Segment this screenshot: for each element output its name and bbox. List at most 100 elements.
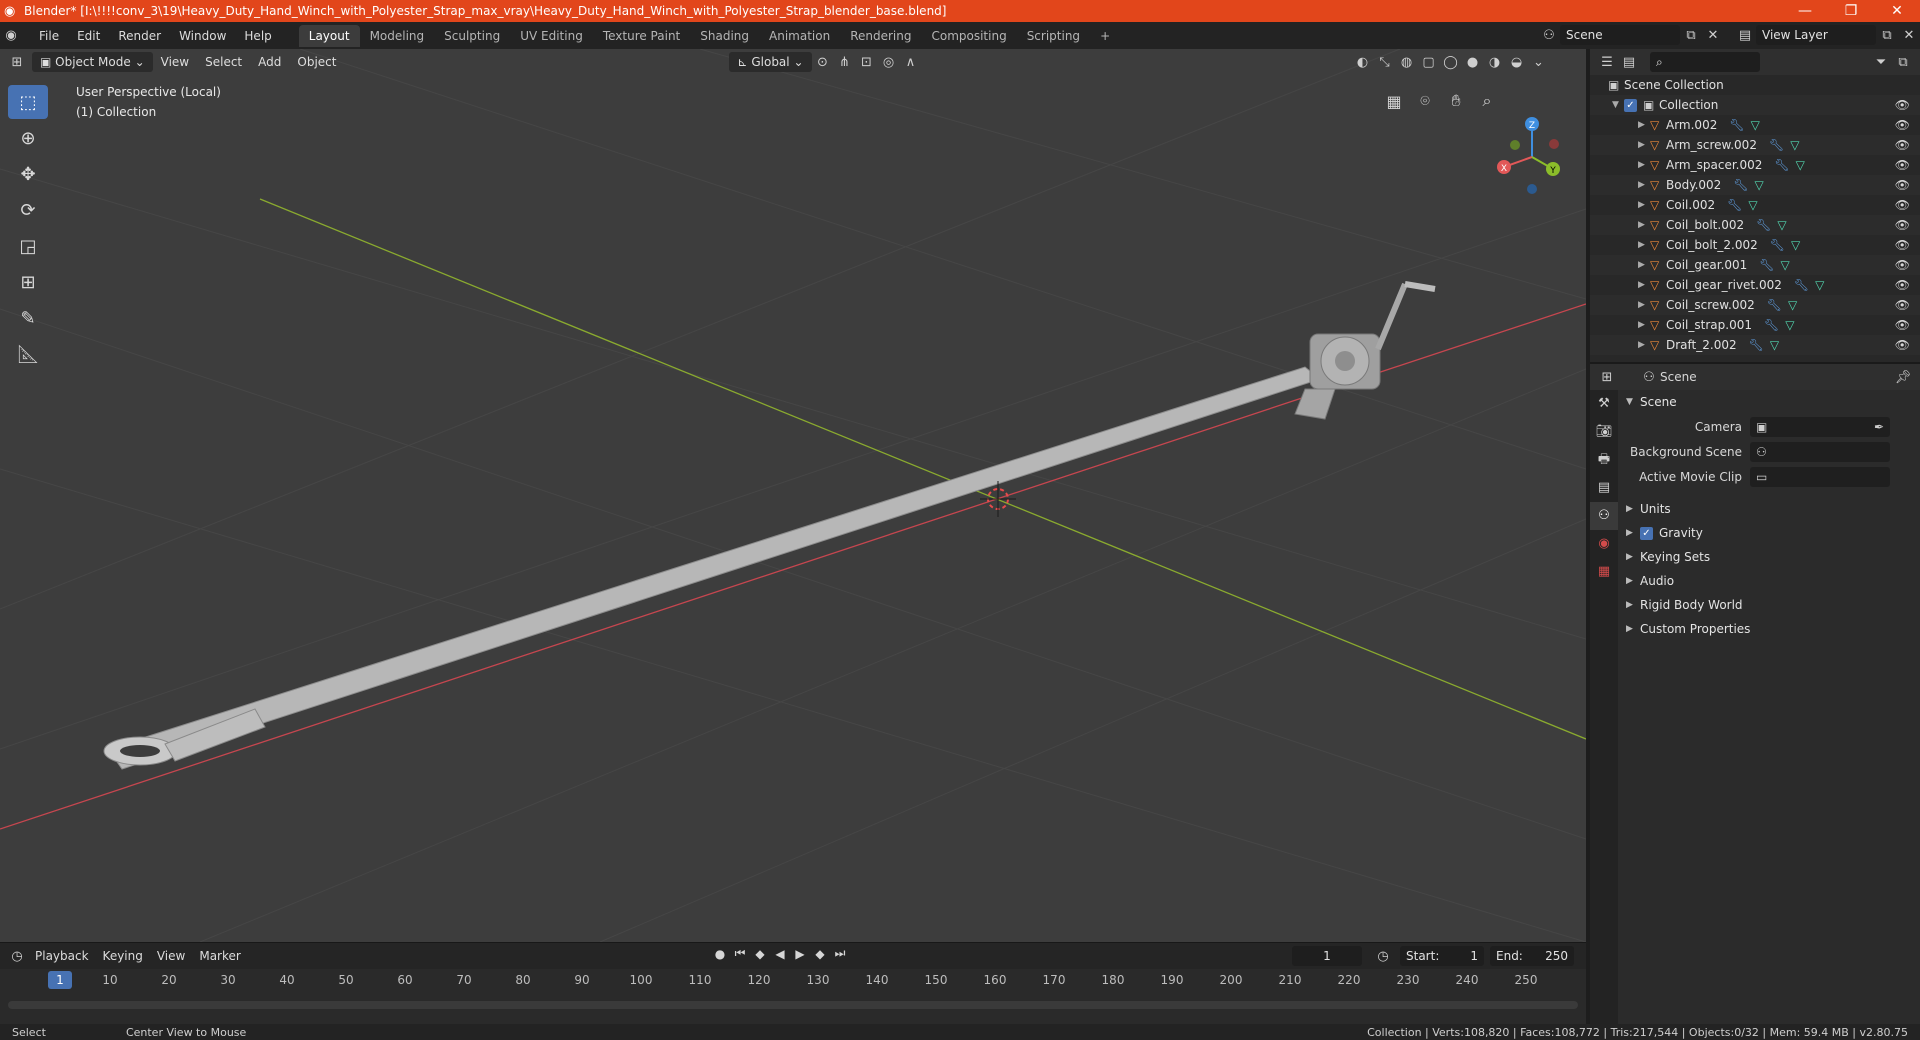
mesh-icon[interactable]: ▽: [1815, 278, 1824, 292]
eye-icon[interactable]: 👁︎: [1895, 198, 1910, 212]
transform-orientation-dropdown[interactable]: ⊾ Global ⌄: [729, 52, 812, 72]
expand-icon[interactable]: ▼: [1626, 397, 1640, 407]
list-item[interactable]: ▶ ▽ Coil_screw.002 🔧︎ ▽ 👁︎: [1590, 295, 1920, 315]
wireframe-shading-icon[interactable]: ◯: [1440, 52, 1462, 72]
jump-end-icon[interactable]: ⏭︎: [830, 946, 850, 961]
tab-modeling[interactable]: Modeling: [360, 25, 435, 47]
menu-help[interactable]: Help: [235, 29, 280, 43]
scene-panel-header[interactable]: ▼ Scene: [1620, 390, 1920, 414]
menu-edit[interactable]: Edit: [68, 29, 109, 43]
tool-tab-icon[interactable]: ⚒: [1590, 390, 1618, 418]
view-layer-field[interactable]: View Layer: [1756, 25, 1876, 45]
move-icon[interactable]: ✥: [8, 157, 48, 191]
camera-field[interactable]: ▣ ✒: [1750, 416, 1890, 437]
jump-start-icon[interactable]: ⏮︎: [730, 946, 750, 961]
movie-clip-field[interactable]: ▭: [1750, 466, 1890, 487]
timeline-editor-type-icon[interactable]: ◷: [6, 946, 28, 966]
gravity-checkbox[interactable]: ✓: [1640, 526, 1653, 540]
output-tab-icon[interactable]: 🖶︎: [1590, 446, 1618, 474]
eye-icon[interactable]: 👁︎: [1895, 278, 1910, 292]
tab-animation[interactable]: Animation: [759, 25, 840, 47]
timeline-menu-view[interactable]: View: [150, 949, 192, 963]
wrench-icon[interactable]: 🔧︎: [1764, 318, 1779, 332]
minimize-button[interactable]: —: [1782, 3, 1828, 19]
hook-mesh[interactable]: [103, 708, 266, 766]
pin-icon[interactable]: 📌︎: [1892, 367, 1914, 387]
annotate-icon[interactable]: ✎: [8, 301, 48, 335]
next-keyframe-icon[interactable]: ◆: [810, 947, 830, 961]
visibility-icon[interactable]: ◐: [1352, 52, 1374, 72]
keying-sets-panel-header[interactable]: ▶ Keying Sets: [1620, 545, 1920, 569]
rigid-body-world-panel-header[interactable]: ▶ Rigid Body World: [1620, 593, 1920, 617]
expand-icon[interactable]: ▶: [1638, 240, 1650, 250]
frame-ruler[interactable]: 1 10 20 30 40 50 60 70 80 90 100 110 120…: [0, 969, 1586, 993]
texture-tab-icon[interactable]: ▦: [1590, 558, 1618, 586]
custom-properties-panel-header[interactable]: ▶ Custom Properties: [1620, 617, 1920, 641]
viewport-menu-object[interactable]: Object: [289, 55, 344, 69]
collection-row[interactable]: ▼ ✓ ▣ Collection 👁︎: [1590, 95, 1920, 115]
pivot-icon[interactable]: ⊙: [812, 52, 834, 72]
mesh-icon[interactable]: ▽: [1770, 338, 1779, 352]
mesh-icon[interactable]: ▽: [1748, 198, 1757, 212]
end-frame-field[interactable]: End: 250: [1490, 946, 1574, 966]
render-tab-icon[interactable]: 📷︎: [1590, 418, 1618, 446]
timeline-menu-marker[interactable]: Marker: [192, 949, 247, 963]
play-reverse-icon[interactable]: ◀: [770, 947, 790, 961]
eye-icon[interactable]: 👁︎: [1895, 118, 1910, 132]
expand-icon[interactable]: ▶: [1638, 280, 1650, 290]
filter-icon[interactable]: ⏷: [1870, 52, 1892, 72]
maximize-button[interactable]: ❐: [1828, 3, 1874, 19]
tab-sculpting[interactable]: Sculpting: [434, 25, 510, 47]
scale-icon[interactable]: ◲: [8, 229, 48, 263]
expand-icon[interactable]: ▶: [1638, 300, 1650, 310]
delete-scene-icon[interactable]: ✕: [1702, 25, 1724, 45]
mesh-icon[interactable]: ▽: [1777, 218, 1786, 232]
rendered-shading-icon[interactable]: ◒: [1506, 52, 1528, 72]
3d-viewport[interactable]: Z X Y ⊞ ▣ Object Mode ⌄ View Select Add …: [0, 49, 1586, 942]
mesh-icon[interactable]: ▽: [1788, 298, 1797, 312]
expand-icon[interactable]: ▶: [1626, 552, 1640, 562]
polyester-strap-mesh[interactable]: [107, 366, 1322, 770]
add-workspace-button[interactable]: +: [1090, 25, 1120, 47]
list-item[interactable]: ▶ ▽ Coil_bolt_2.002 🔧︎ ▽ 👁︎: [1590, 235, 1920, 255]
eye-icon[interactable]: 👁︎: [1895, 318, 1910, 332]
expand-icon[interactable]: ▶: [1626, 624, 1640, 634]
grid-view-icon[interactable]: ▦: [1380, 87, 1408, 115]
eye-icon[interactable]: 👁︎: [1895, 178, 1910, 192]
wrench-icon[interactable]: 🔧︎: [1733, 178, 1748, 192]
solid-shading-icon[interactable]: ●: [1462, 52, 1484, 72]
eye-icon[interactable]: 👁︎: [1895, 218, 1910, 232]
gizmo-toggle-icon[interactable]: ⤡: [1374, 52, 1396, 72]
wrench-icon[interactable]: 🔧︎: [1759, 258, 1774, 272]
list-item[interactable]: ▶ ▽ Coil.002 🔧︎ ▽ 👁︎: [1590, 195, 1920, 215]
camera-view-icon[interactable]: ⌾: [1411, 87, 1439, 115]
new-collection-icon[interactable]: ⧉: [1892, 52, 1914, 72]
mesh-icon[interactable]: ▽: [1790, 138, 1799, 152]
world-tab-icon[interactable]: ◉: [1590, 530, 1618, 558]
blender-menu-icon[interactable]: ◉: [0, 26, 22, 46]
expand-icon[interactable]: ▶: [1638, 120, 1650, 130]
menu-file[interactable]: File: [30, 29, 68, 43]
units-panel-header[interactable]: ▶ Units: [1620, 497, 1920, 521]
gravity-panel-header[interactable]: ▶ ✓ Gravity: [1620, 521, 1920, 545]
xray-icon[interactable]: ▢: [1418, 52, 1440, 72]
list-item[interactable]: ▶ ▽ Arm_screw.002 🔧︎ ▽ 👁︎: [1590, 135, 1920, 155]
prev-keyframe-icon[interactable]: ◆: [750, 947, 770, 961]
audio-panel-header[interactable]: ▶ Audio: [1620, 569, 1920, 593]
scene-field[interactable]: Scene: [1560, 25, 1680, 45]
expand-icon[interactable]: ▶: [1638, 320, 1650, 330]
rotate-icon[interactable]: ⟳: [8, 193, 48, 227]
tab-shading[interactable]: Shading: [690, 25, 759, 47]
timeline-menu-playback[interactable]: Playback: [28, 949, 96, 963]
eye-icon[interactable]: 👁︎: [1895, 158, 1910, 172]
list-item[interactable]: ▶ ▽ Coil_strap.001 🔧︎ ▽ 👁︎: [1590, 315, 1920, 335]
scene-collection-row[interactable]: ▣ Scene Collection: [1590, 75, 1920, 95]
tab-uv-editing[interactable]: UV Editing: [510, 25, 593, 47]
list-item[interactable]: ▶ ▽ Arm_spacer.002 🔧︎ ▽ 👁︎: [1590, 155, 1920, 175]
material-shading-icon[interactable]: ◑: [1484, 52, 1506, 72]
outliner-search-input[interactable]: ⌕: [1650, 52, 1760, 72]
expand-icon[interactable]: ▶: [1638, 260, 1650, 270]
wrench-icon[interactable]: 🔧︎: [1727, 198, 1742, 212]
cursor-icon[interactable]: ⊕: [8, 121, 48, 155]
wrench-icon[interactable]: 🔧︎: [1774, 158, 1789, 172]
